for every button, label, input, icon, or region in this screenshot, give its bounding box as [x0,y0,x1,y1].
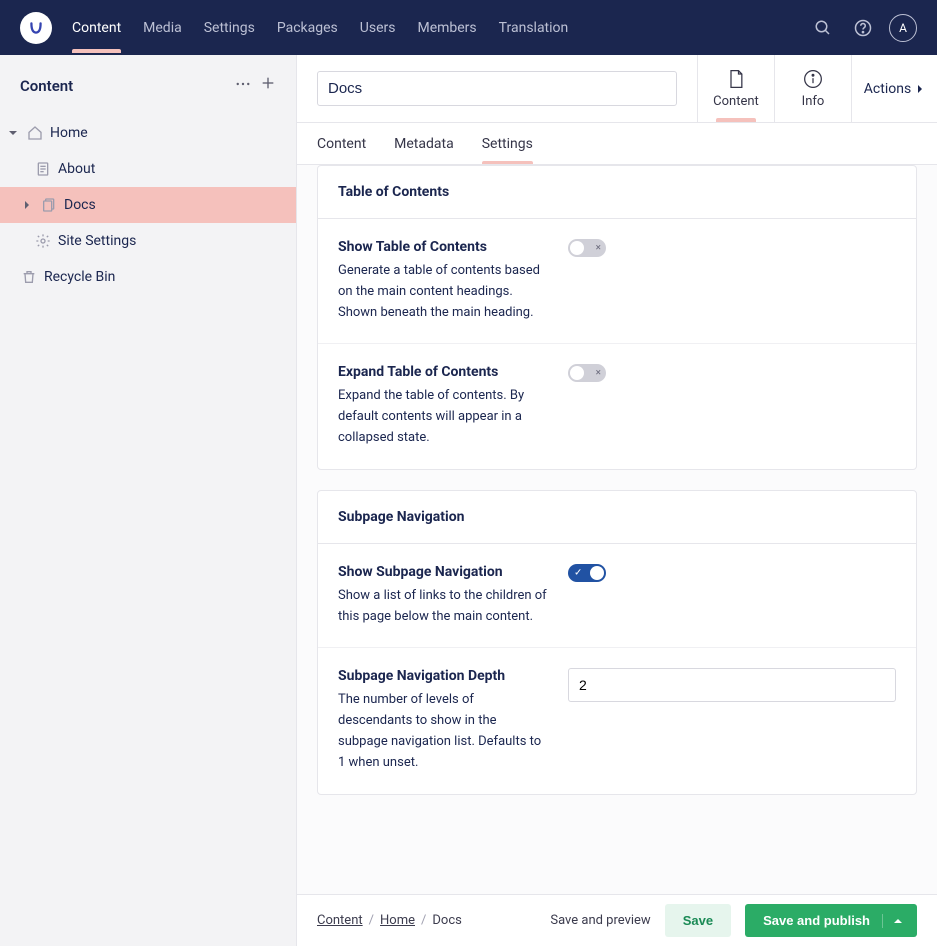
caret-down-icon [8,128,18,138]
editor-subtabs: Content Metadata Settings [297,123,937,165]
prop-description: Generate a table of contents based on th… [338,261,548,323]
tree-node-home[interactable]: Home [0,115,296,151]
avatar-initial: A [899,21,907,35]
app-logo[interactable] [20,12,52,44]
breadcrumb-sep: / [421,913,426,928]
topnav-content[interactable]: Content [72,5,121,50]
actions-label: Actions [864,81,911,97]
tree-node-recycle-bin[interactable]: Recycle Bin [0,259,296,295]
topnav-members[interactable]: Members [417,5,476,50]
content-editor: Content Info Actions Content Metadata Se… [297,55,937,946]
toggle-show-toc[interactable]: × [568,239,606,257]
plus-icon [260,75,276,91]
prop-show-toc: Show Table of Contents Generate a table … [318,219,916,344]
card-heading: Table of Contents [318,166,916,219]
editor-header: Content Info Actions [297,55,937,123]
tree-toggle[interactable] [6,128,20,138]
page-title-input[interactable] [317,71,677,106]
actions-dropdown[interactable]: Actions [851,55,937,122]
gear-icon [35,233,51,249]
tree-node-docs[interactable]: Docs [0,187,296,223]
breadcrumb-content[interactable]: Content [317,913,363,928]
topbar-icons: A [809,14,917,42]
subtab-content[interactable]: Content [317,123,366,164]
user-avatar[interactable]: A [889,14,917,42]
ellipsis-icon [234,75,252,93]
subtab-metadata[interactable]: Metadata [394,123,454,164]
breadcrumb-current: Docs [432,913,461,928]
tree-toggle[interactable] [20,200,34,210]
pages-icon [41,197,57,213]
breadcrumb: Content / Home / Docs [317,913,550,928]
x-icon: × [596,243,601,254]
tree-node-site-settings[interactable]: Site Settings [0,223,296,259]
chevron-right-icon [915,84,925,94]
publish-label: Save and publish [763,913,870,928]
breadcrumb-sep: / [369,913,374,928]
sidebar-add-button[interactable] [260,75,276,97]
tree-label: Site Settings [58,233,284,249]
prop-label: Expand Table of Contents [338,364,548,380]
card-table-of-contents: Table of Contents Show Table of Contents… [317,165,917,470]
sidebar-header: Content [0,55,296,115]
help-icon [854,19,872,37]
tree-label: Docs [64,197,284,213]
topnav-settings[interactable]: Settings [204,5,255,50]
search-button[interactable] [809,14,837,42]
card-subpage-navigation: Subpage Navigation Show Subpage Navigati… [317,490,917,795]
document-icon [726,68,746,90]
topnav-translation[interactable]: Translation [499,5,569,50]
search-icon [814,19,832,37]
input-nav-depth[interactable] [568,668,896,702]
save-publish-button[interactable]: Save and publish [745,904,917,937]
caret-right-icon [22,200,32,210]
breadcrumb-home[interactable]: Home [380,913,415,928]
apptab-label: Content [713,94,759,109]
editor-body[interactable]: Table of Contents Show Table of Contents… [297,165,937,894]
content-tree: Home About Docs Si [0,115,296,295]
check-icon: ✓ [574,567,582,578]
topnav-packages[interactable]: Packages [277,5,338,50]
prop-label: Subpage Navigation Depth [338,668,548,684]
prop-label: Show Table of Contents [338,239,548,255]
save-button[interactable]: Save [665,904,731,937]
sidebar-menu-button[interactable] [234,75,252,97]
home-icon [27,125,43,141]
toggle-expand-toc[interactable]: × [568,364,606,382]
trash-icon [21,269,37,285]
prop-nav-depth: Subpage Navigation Depth The number of l… [318,648,916,793]
subtab-settings[interactable]: Settings [482,123,533,164]
toggle-show-subpage-nav[interactable]: ✓ [568,564,606,582]
umbraco-logo-icon [25,17,47,39]
editor-footer: Content / Home / Docs Save and preview S… [297,894,937,946]
info-icon [803,68,823,90]
prop-description: Expand the table of contents. By default… [338,386,548,448]
x-icon: × [596,368,601,379]
help-button[interactable] [849,14,877,42]
main-topbar: Content Media Settings Packages Users Me… [0,0,937,55]
content-tree-panel: Content [0,55,297,946]
tree-node-about[interactable]: About [0,151,296,187]
prop-description: The number of levels of descendants to s… [338,690,548,773]
save-preview-link[interactable]: Save and preview [550,913,650,928]
topnav-users[interactable]: Users [360,5,396,50]
prop-show-subpage-nav: Show Subpage Navigation Show a list of l… [318,544,916,649]
apptab-content[interactable]: Content [697,55,774,122]
card-heading: Subpage Navigation [318,491,916,544]
sidebar-title: Content [20,77,234,95]
apptab-label: Info [802,94,825,109]
tree-label: Recycle Bin [44,269,284,285]
topnav: Content Media Settings Packages Users Me… [72,5,809,50]
apptab-info[interactable]: Info [774,55,851,122]
chevron-up-icon [893,916,903,926]
tree-label: About [58,161,284,177]
topnav-media[interactable]: Media [143,5,182,50]
prop-expand-toc: Expand Table of Contents Expand the tabl… [318,344,916,468]
prop-label: Show Subpage Navigation [338,564,548,580]
tree-label: Home [50,125,284,141]
publish-dropdown-toggle[interactable] [882,914,903,928]
page-icon [35,161,51,177]
prop-description: Show a list of links to the children of … [338,586,548,628]
